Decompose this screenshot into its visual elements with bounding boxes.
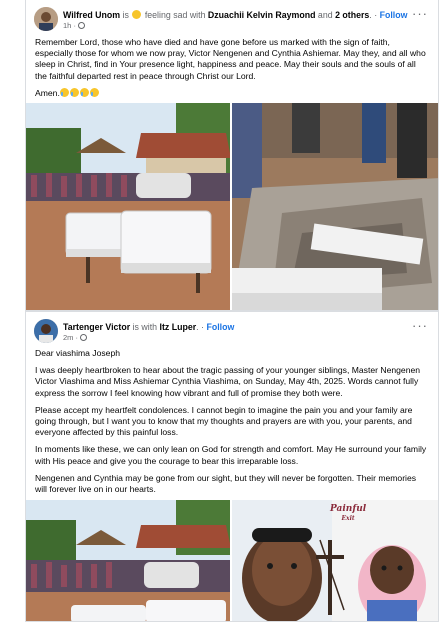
tagged-person[interactable]: Itz Luper [160, 322, 197, 332]
avatar[interactable] [34, 7, 58, 31]
post-meta: 2m · [63, 333, 88, 342]
more-options-icon[interactable]: ··· [412, 318, 428, 333]
separator-dot: . [369, 10, 372, 20]
bullet: · [201, 322, 204, 332]
post-tartenger-victor: Tartenger Victor is with Itz Luper. · Fo… [25, 311, 439, 622]
post-time[interactable]: 1h [63, 21, 71, 30]
sad-face-icon [132, 10, 142, 19]
follow-button[interactable]: Follow [206, 322, 234, 332]
feeling-text: feeling sad with [144, 10, 206, 20]
more-options-icon[interactable]: ··· [412, 6, 428, 21]
globe-icon [80, 334, 88, 341]
crying-face-icon [89, 88, 99, 97]
post-paragraph: Remember Lord, those who have died and h… [35, 37, 426, 81]
post-paragraph: Please accept my heartfelt condolences. … [35, 404, 413, 438]
follow-button[interactable]: Follow [380, 10, 408, 20]
avatar[interactable] [34, 319, 58, 343]
author-name[interactable]: Wilfred Unom [63, 10, 120, 20]
tagged-person[interactable]: Dzuachii Kelvin Raymond [208, 10, 316, 20]
post-body: Dear viashima Joseph I was deeply heartb… [26, 346, 438, 495]
bullet: · [374, 10, 378, 20]
post-header-line: Wilfred Unom is feeling sad with Dzuachi… [63, 10, 407, 20]
amen-text: Amen. [35, 88, 60, 98]
crying-face-icon [69, 88, 79, 97]
photo-grave[interactable] [232, 103, 438, 310]
and-text: and [317, 10, 333, 20]
greeting: Dear viashima Joseph [35, 348, 121, 358]
crying-face-icon [79, 88, 89, 97]
post-paragraph: Nengenen and Cynthia may be gone from ou… [35, 472, 417, 495]
photo-coffins[interactable] [26, 103, 230, 310]
is-text: is [122, 10, 129, 20]
crying-face-icon [59, 88, 69, 97]
photo-coffins[interactable] [26, 500, 230, 621]
post-body: Remember Lord, those who have died and h… [26, 34, 438, 82]
photo-caption: Painful Exit [330, 504, 366, 524]
post-paragraph: In moments like these, we can only lean … [35, 444, 427, 466]
others-link[interactable]: 2 others [335, 10, 369, 20]
post-paragraph: I was deeply heartbroken to hear about t… [35, 365, 421, 398]
post-meta: 1h · [63, 21, 86, 30]
meta-bullet: · [75, 333, 79, 342]
separator-dot: . [196, 322, 199, 332]
post-header: Wilfred Unom is feeling sad with Dzuachi… [26, 0, 438, 34]
photo-children-memorial[interactable]: Painful Exit [232, 500, 438, 621]
caption-line: Exit [341, 515, 355, 522]
meta-bullet: · [73, 21, 76, 30]
post-wilfred-unom: Wilfred Unom is feeling sad with Dzuachi… [25, 0, 439, 311]
globe-icon [78, 22, 86, 29]
amen-line: Amen. [35, 88, 100, 98]
author-name[interactable]: Tartenger Victor [63, 322, 130, 332]
post-time[interactable]: 2m [63, 333, 73, 342]
post-header: Tartenger Victor is with Itz Luper. · Fo… [26, 312, 438, 346]
is-with-text: is with [132, 322, 158, 332]
caption-line: Painful [330, 504, 367, 514]
post-header-line: Tartenger Victor is with Itz Luper. · Fo… [63, 322, 234, 332]
